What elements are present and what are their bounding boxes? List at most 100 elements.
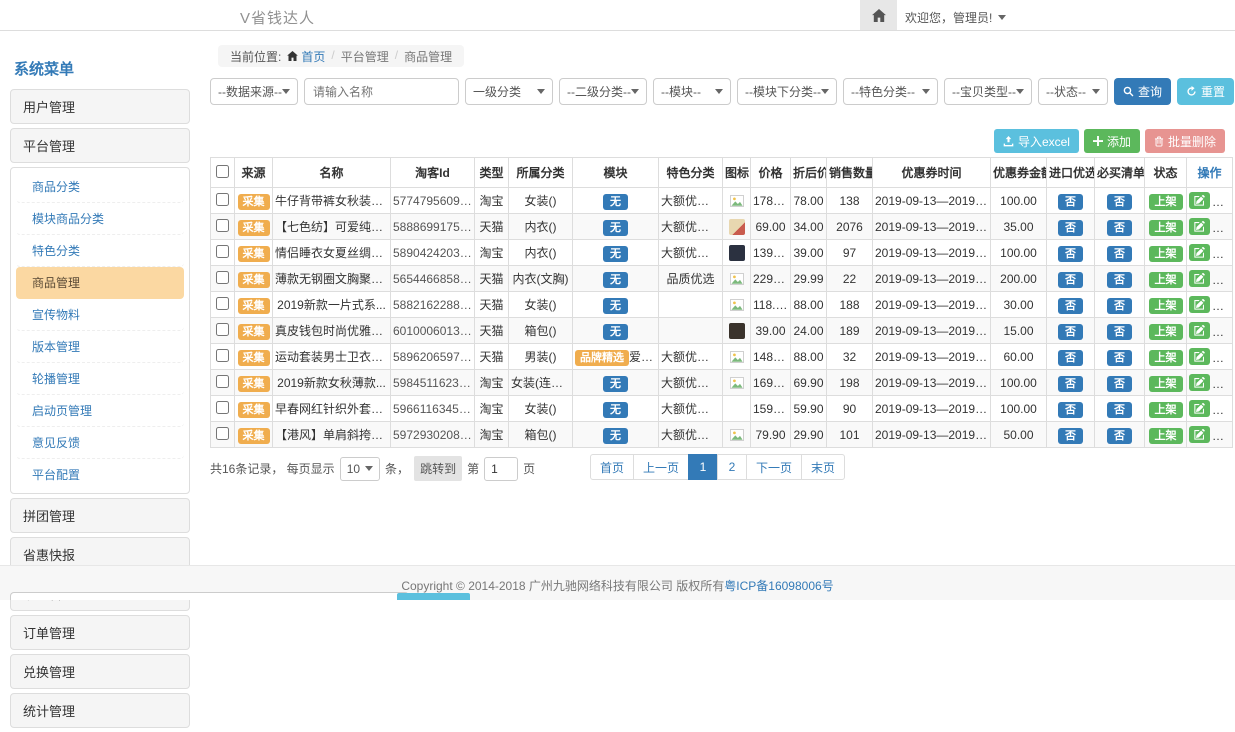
import-select-toggle[interactable]: 否 (1058, 272, 1083, 288)
status-badge[interactable]: 上架 (1149, 428, 1183, 444)
status-badge[interactable]: 上架 (1149, 350, 1183, 366)
add-button[interactable]: 添加 (1084, 129, 1140, 153)
level1-category-select[interactable]: 一级分类 (465, 78, 553, 105)
module-select[interactable]: --模块-- (653, 78, 731, 105)
sidebar-item-6[interactable]: 兑换管理 (10, 654, 190, 689)
row-checkbox[interactable] (216, 193, 229, 206)
sidebar-item-0[interactable]: 用户管理 (10, 89, 190, 124)
must-buy-toggle[interactable]: 否 (1107, 272, 1132, 288)
reset-button[interactable]: 重置 (1177, 78, 1234, 105)
status-badge[interactable]: 上架 (1149, 272, 1183, 288)
import-select-toggle[interactable]: 否 (1058, 220, 1083, 236)
status-badge[interactable]: 上架 (1149, 402, 1183, 418)
home-button[interactable] (860, 0, 897, 30)
import-select-toggle[interactable]: 否 (1058, 246, 1083, 262)
must-buy-toggle[interactable]: 否 (1107, 376, 1132, 392)
status-badge[interactable]: 上架 (1149, 220, 1183, 236)
module-none-badge[interactable]: 无 (603, 402, 628, 418)
import-select-toggle[interactable]: 否 (1058, 298, 1083, 314)
row-checkbox[interactable] (216, 375, 229, 388)
row-checkbox[interactable] (216, 271, 229, 284)
page-button-下一页[interactable]: 下一页 (746, 454, 802, 480)
page-button-末页[interactable]: 末页 (801, 454, 845, 480)
batch-delete-button[interactable]: 批量删除 (1145, 129, 1225, 153)
status-badge[interactable]: 上架 (1149, 298, 1183, 314)
sidebar-item-1[interactable]: 平台管理 (10, 128, 190, 163)
breadcrumb-home-link[interactable]: 首页 (287, 48, 325, 65)
edit-button[interactable] (1189, 296, 1210, 313)
user-menu[interactable]: 欢迎您，管理员! (905, 9, 1006, 26)
sidebar-subitem-9[interactable]: 平台配置 (16, 459, 184, 490)
edit-button[interactable] (1189, 426, 1210, 443)
module-none-badge[interactable]: 无 (603, 298, 628, 314)
edit-button[interactable] (1189, 244, 1210, 261)
sidebar-item-5[interactable]: 订单管理 (10, 615, 190, 650)
status-badge[interactable]: 上架 (1149, 246, 1183, 262)
row-checkbox[interactable] (216, 349, 229, 362)
sidebar-subitem-1[interactable]: 模块商品分类 (16, 203, 184, 235)
page-button-上一页[interactable]: 上一页 (633, 454, 689, 480)
edit-button[interactable] (1189, 192, 1210, 209)
module-none-badge[interactable]: 无 (603, 194, 628, 210)
import-select-toggle[interactable]: 否 (1058, 194, 1083, 210)
import-select-toggle[interactable]: 否 (1058, 428, 1083, 444)
row-checkbox[interactable] (216, 219, 229, 232)
status-badge[interactable]: 上架 (1149, 194, 1183, 210)
module-none-badge[interactable]: 无 (603, 324, 628, 340)
module-none-badge[interactable]: 无 (603, 246, 628, 262)
module-none-badge[interactable]: 无 (603, 272, 628, 288)
row-checkbox[interactable] (216, 245, 229, 258)
partial-button-fragment[interactable] (397, 593, 470, 600)
module-none-badge[interactable]: 无 (603, 220, 628, 236)
status-badge[interactable]: 上架 (1149, 376, 1183, 392)
must-buy-toggle[interactable]: 否 (1107, 220, 1132, 236)
level2-category-select[interactable]: --二级分类-- (559, 78, 647, 105)
item-type-select[interactable]: --宝贝类型-- (944, 78, 1032, 105)
edit-button[interactable] (1189, 270, 1210, 287)
query-button[interactable]: 查询 (1114, 78, 1171, 105)
import-excel-button[interactable]: 导入excel (994, 129, 1079, 153)
sidebar-subitem-0[interactable]: 商品分类 (16, 171, 184, 203)
sidebar-subitem-6[interactable]: 轮播管理 (16, 363, 184, 395)
data-source-select[interactable]: --数据来源-- (210, 78, 298, 105)
sidebar-subitem-7[interactable]: 启动页管理 (16, 395, 184, 427)
must-buy-toggle[interactable]: 否 (1107, 194, 1132, 210)
page-button-1[interactable]: 1 (688, 454, 718, 480)
must-buy-toggle[interactable]: 否 (1107, 298, 1132, 314)
row-checkbox[interactable] (216, 427, 229, 440)
name-search-input[interactable] (304, 78, 459, 105)
sidebar-subitem-5[interactable]: 版本管理 (16, 331, 184, 363)
must-buy-toggle[interactable]: 否 (1107, 246, 1132, 262)
status-badge[interactable]: 上架 (1149, 324, 1183, 340)
feature-category-select[interactable]: --特色分类-- (843, 78, 938, 105)
page-button-首页[interactable]: 首页 (590, 454, 634, 480)
import-select-toggle[interactable]: 否 (1058, 376, 1083, 392)
status-select[interactable]: --状态-- (1038, 78, 1108, 105)
module-none-badge[interactable]: 无 (603, 428, 628, 444)
edit-button[interactable] (1189, 374, 1210, 391)
sidebar-subitem-2[interactable]: 特色分类 (16, 235, 184, 267)
must-buy-toggle[interactable]: 否 (1107, 350, 1132, 366)
edit-button[interactable] (1189, 322, 1210, 339)
edit-button[interactable] (1189, 218, 1210, 235)
sidebar-item-2[interactable]: 拼团管理 (10, 498, 190, 533)
must-buy-toggle[interactable]: 否 (1107, 428, 1132, 444)
row-checkbox[interactable] (216, 323, 229, 336)
sidebar-subitem-8[interactable]: 意见反馈 (16, 427, 184, 459)
row-checkbox[interactable] (216, 297, 229, 310)
icp-link[interactable]: 粤ICP备16098006号 (724, 579, 833, 593)
select-all-checkbox[interactable] (216, 165, 229, 178)
module-subcategory-select[interactable]: --模块下分类-- (737, 78, 837, 105)
sidebar-subitem-4[interactable]: 宣传物料 (16, 299, 184, 331)
import-select-toggle[interactable]: 否 (1058, 402, 1083, 418)
must-buy-toggle[interactable]: 否 (1107, 324, 1132, 340)
row-checkbox[interactable] (216, 401, 229, 414)
page-button-2[interactable]: 2 (717, 454, 747, 480)
import-select-toggle[interactable]: 否 (1058, 324, 1083, 340)
sidebar-item-7[interactable]: 统计管理 (10, 693, 190, 728)
sidebar-subitem-3[interactable]: 商品管理 (16, 267, 184, 299)
import-select-toggle[interactable]: 否 (1058, 350, 1083, 366)
must-buy-toggle[interactable]: 否 (1107, 402, 1132, 418)
edit-button[interactable] (1189, 348, 1210, 365)
module-none-badge[interactable]: 无 (603, 376, 628, 392)
